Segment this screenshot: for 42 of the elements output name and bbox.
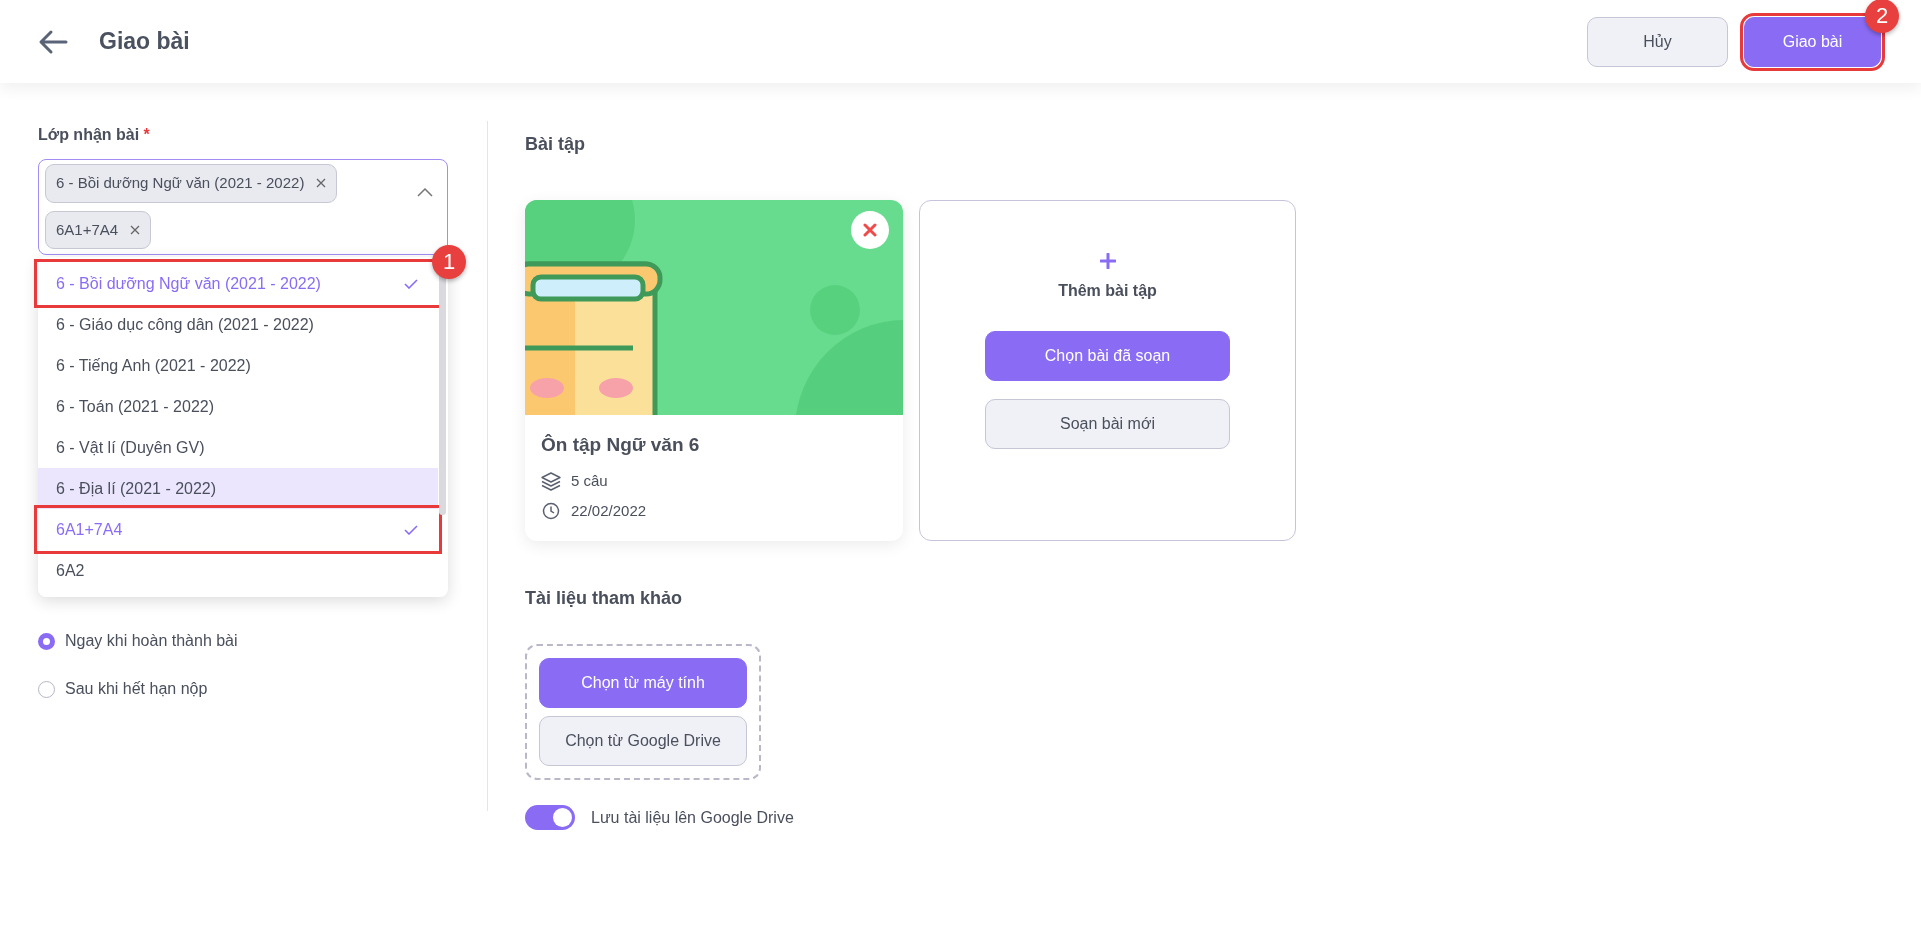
dropdown-option[interactable]: 6 - Vật lí (Duyên GV): [38, 427, 438, 468]
callout-badge: 2: [1865, 0, 1899, 33]
question-count: 5 câu: [571, 470, 608, 491]
new-exercise-button[interactable]: Soạn bài mới: [985, 399, 1230, 449]
section-heading: Tài liệu tham khảo: [525, 587, 684, 610]
section-heading: Bài tập: [525, 133, 586, 156]
layers-icon: [541, 470, 561, 491]
remove-tag-button[interactable]: [130, 224, 141, 235]
exercise-date: 22/02/2022: [571, 501, 647, 521]
radio-label: Sau khi hết hạn nộp: [65, 679, 208, 699]
close-icon: [316, 178, 327, 189]
close-icon: [130, 224, 141, 235]
dropdown-option[interactable]: 6 - Giáo dục công dân (2021 - 2022): [38, 304, 438, 345]
remove-tag-button[interactable]: [316, 178, 327, 189]
drive-button[interactable]: Chọn từ Google Drive: [539, 716, 747, 766]
radio-button[interactable]: [38, 632, 55, 650]
toggle-switch[interactable]: [525, 805, 575, 830]
dropdown-option[interactable]: 6 - Địa lí (2021 - 2022): [38, 468, 438, 509]
dropdown-option[interactable]: 6 - Tiếng Anh (2021 - 2022): [38, 345, 438, 386]
dropdown-option[interactable]: 6A1+7A4: [38, 509, 438, 550]
plus-icon: [1099, 253, 1116, 269]
dropdown-option[interactable]: 6 - Toán (2021 - 2022): [38, 386, 438, 427]
choose-exercise-button[interactable]: Chọn bài đã soạn: [985, 331, 1230, 381]
add-exercise-label: Thêm bài tập: [1058, 281, 1157, 301]
callout-badge: 1: [432, 245, 466, 279]
exercise-card[interactable]: Ôn tập Ngữ văn 6 5 câu 22/02/2022: [525, 200, 903, 541]
cancel-button[interactable]: Hủy: [1587, 16, 1728, 67]
check-icon: [404, 524, 418, 535]
page-title: Giao bài: [99, 27, 190, 57]
tag-label: 6A1+7A4: [56, 219, 119, 240]
clock-icon: [541, 502, 561, 521]
radio-button[interactable]: [38, 680, 55, 698]
exercise-title: Ôn tập Ngữ văn 6: [541, 433, 701, 457]
close-icon: [863, 223, 877, 237]
radio-label: Ngay khi hoàn thành bài: [65, 631, 238, 651]
check-icon: [404, 278, 418, 289]
class-select[interactable]: 6 - Bồi dưỡng Ngữ văn (2021 - 2022) 6A1+7A4: [38, 159, 448, 255]
upload-button[interactable]: Chọn từ máy tính: [539, 658, 747, 708]
field-label: Lớp nhận bài *: [38, 125, 151, 145]
dropdown-option[interactable]: 6A2: [38, 550, 438, 591]
toggle-label: Lưu tài liệu lên Google Drive: [591, 807, 794, 828]
tag-label: 6 - Bồi dưỡng Ngữ văn (2021 - 2022): [56, 173, 305, 193]
